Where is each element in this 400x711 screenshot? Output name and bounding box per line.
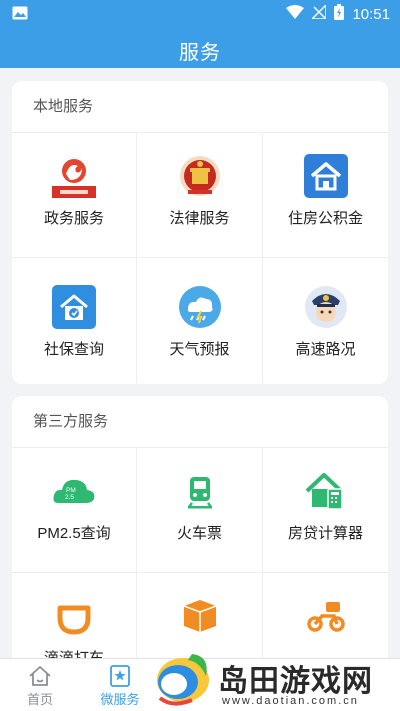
site-watermark: 岛田游戏网 www.daotian.com.cn — [150, 648, 400, 711]
pm25-cloud-icon: PM 2.5 — [53, 479, 95, 503]
no-signal-icon — [310, 3, 328, 24]
service-label: 天气预报 — [169, 341, 230, 358]
tab-home[interactable]: 首页 — [0, 659, 80, 711]
traffic-police-icon — [304, 286, 347, 328]
service-train-ticket[interactable]: 火车票 — [137, 448, 263, 573]
watermark-url: www.daotian.com.cn — [222, 695, 359, 707]
service-highway-traffic[interactable]: 高速路况 — [263, 258, 388, 383]
scooter-icon — [306, 602, 345, 632]
service-social-security[interactable]: 社保查询 — [12, 258, 137, 383]
service-label: 法律服务 — [169, 210, 230, 227]
watermark-logo-icon — [157, 654, 209, 706]
service-label: 政务服务 — [43, 210, 104, 227]
tab-micro-service[interactable]: 微服务 — [80, 659, 160, 711]
local-services-card: 本地服务 政务服务 法律服务 住房公积金 社保查询 天气预报 高速路况 — [12, 81, 388, 384]
service-legal[interactable]: 法律服务 — [137, 133, 263, 258]
local-services-grid: 政务服务 法律服务 住房公积金 社保查询 天气预报 高速路况 — [12, 133, 388, 383]
weather-icon — [178, 286, 221, 328]
third-party-services-title: 第三方服务 — [12, 396, 388, 448]
tab-home-label: 首页 — [26, 692, 53, 707]
service-label: 高速路况 — [295, 341, 356, 358]
package-icon — [183, 600, 216, 632]
watermark-text: 岛田游戏网 — [218, 664, 373, 699]
legal-service-icon — [179, 156, 220, 196]
status-time: 10:51 — [352, 6, 390, 23]
image-notification-icon — [12, 6, 28, 25]
service-label: 社保查询 — [43, 341, 104, 358]
service-label: 房贷计算器 — [287, 525, 363, 542]
status-bar: 10:51 — [0, 0, 400, 26]
service-housing-fund[interactable]: 住房公积金 — [263, 133, 388, 258]
tab-micro-service-label: 微服务 — [100, 692, 140, 707]
service-mortgage-calculator[interactable]: 房贷计算器 — [263, 448, 388, 573]
local-services-title: 本地服务 — [12, 81, 388, 133]
battery-charging-icon — [334, 4, 345, 25]
service-label: PM2.5查询 — [37, 525, 111, 542]
page-title: 服务 — [179, 42, 221, 64]
service-star-icon — [110, 665, 130, 687]
service-pm25[interactable]: PM 2.5 PM2.5查询 — [12, 448, 137, 573]
mortgage-calculator-icon — [305, 473, 343, 510]
svg-text:2.5: 2.5 — [65, 494, 74, 501]
service-weather[interactable]: 天气预报 — [137, 258, 263, 383]
home-icon — [29, 666, 51, 686]
social-security-icon — [52, 285, 96, 329]
service-government[interactable]: 政务服务 — [12, 133, 137, 258]
wifi-icon — [286, 5, 305, 24]
housing-fund-icon — [303, 154, 348, 198]
train-icon — [187, 477, 212, 509]
svg-text:PM: PM — [66, 487, 76, 494]
service-label: 火车票 — [176, 525, 222, 542]
government-service-icon — [52, 154, 96, 198]
app-header: 10:51 服务 — [0, 0, 400, 68]
didi-icon — [57, 605, 91, 635]
service-label: 住房公积金 — [287, 210, 363, 227]
